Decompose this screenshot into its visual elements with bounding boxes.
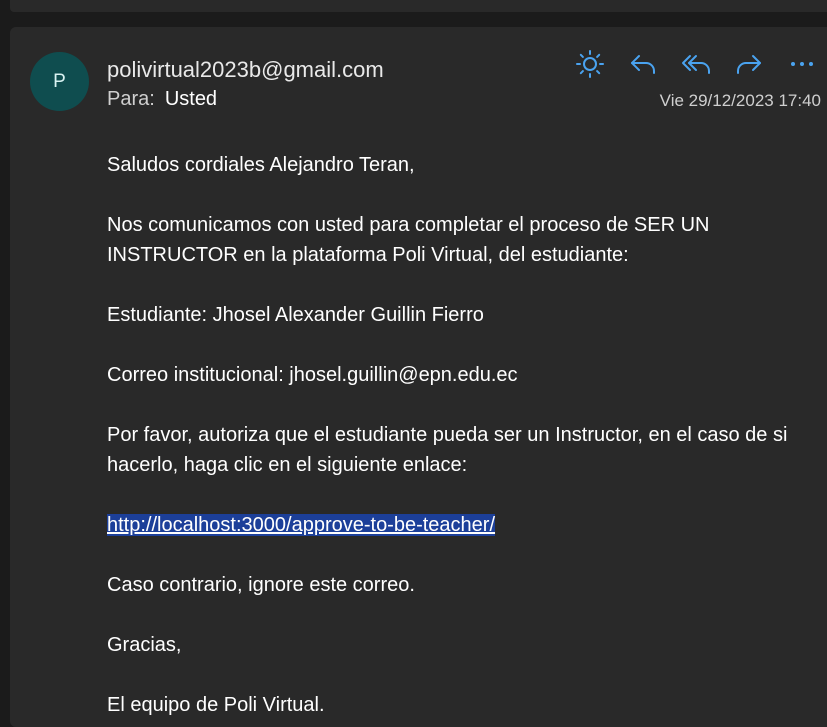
to-label: Para: xyxy=(107,88,155,110)
message-actions xyxy=(572,46,820,82)
approve-link[interactable]: http://localhost:3000/approve-to-be-teac… xyxy=(107,514,496,536)
forward-button[interactable] xyxy=(731,46,767,82)
reply-all-icon xyxy=(682,55,710,74)
greeting: Saludos cordiales Alejandro Teran, xyxy=(107,154,415,176)
link-paragraph: http://localhost:3000/approve-to-be-teac… xyxy=(107,510,817,540)
sender-address[interactable]: polivirtual2023b@gmail.com xyxy=(107,57,384,83)
avatar[interactable]: P xyxy=(30,52,89,111)
request-paragraph: Por favor, autoriza que el estudiante pu… xyxy=(107,424,788,476)
previous-message-card xyxy=(10,0,827,12)
intro-paragraph: Nos comunicamos con usted para completar… xyxy=(107,214,710,266)
brightness-button[interactable] xyxy=(572,46,608,82)
signature-line: El equipo de Poli Virtual. xyxy=(107,694,325,716)
sun-icon xyxy=(576,50,604,78)
otherwise-paragraph: Caso contrario, ignore este correo. xyxy=(107,574,415,596)
message-body: Saludos cordiales Alejandro Teran, Nos c… xyxy=(107,150,817,720)
forward-icon xyxy=(737,55,761,74)
more-icon xyxy=(791,62,813,66)
thanks-line: Gracias, xyxy=(107,634,182,656)
reply-icon xyxy=(631,55,655,74)
avatar-initial: P xyxy=(53,70,66,92)
student-name: Estudiante: Jhosel Alexander Guillin Fie… xyxy=(107,304,484,326)
student-email: Correo institucional: jhosel.guillin@epn… xyxy=(107,364,518,386)
more-button[interactable] xyxy=(784,46,820,82)
reply-all-button[interactable] xyxy=(678,46,714,82)
recipient-line: Para: Usted xyxy=(107,88,217,111)
to-value[interactable]: Usted xyxy=(165,88,217,110)
sent-date: Vie 29/12/2023 17:40 xyxy=(659,91,821,110)
reply-button[interactable] xyxy=(625,46,661,82)
